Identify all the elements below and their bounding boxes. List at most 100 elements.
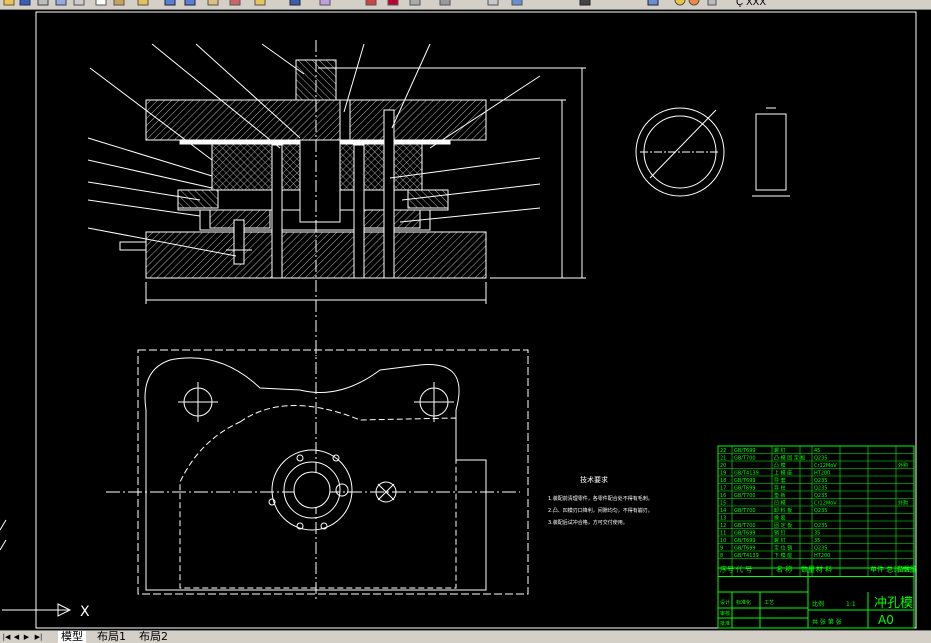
bom-cell: 17 bbox=[720, 486, 726, 492]
bom-cell: 凹 模 bbox=[774, 500, 786, 507]
undo-icon[interactable] bbox=[164, 0, 176, 6]
tech-requirements: 技术要求 1.装配前清理零件，各零件配合处不得有毛刺。 2.凸、凹模刃口锋利，间… bbox=[548, 475, 653, 526]
bom-cell: 13 bbox=[720, 516, 726, 522]
layout-tab-bar: |◀ ◀ ▶ ▶| 模型 布局1 布局2 bbox=[0, 630, 931, 643]
front-section-view bbox=[87, 40, 586, 356]
open-icon[interactable] bbox=[3, 0, 15, 6]
die-bore-hole bbox=[293, 471, 331, 509]
calc-icon[interactable] bbox=[487, 0, 499, 6]
bom-cell: 螺 钉 bbox=[774, 447, 786, 454]
layer-state-icon[interactable] bbox=[674, 0, 686, 6]
designer-label: 设计 bbox=[720, 599, 730, 606]
bom-cell: 导 套 bbox=[774, 477, 786, 484]
paste-icon[interactable] bbox=[113, 0, 125, 6]
standard-label: 标准化 bbox=[736, 599, 751, 606]
redo-icon[interactable] bbox=[184, 0, 196, 6]
lower-die-flange-left bbox=[119, 241, 147, 251]
tech-req-title: 技术要求 bbox=[580, 475, 608, 484]
bom-cell: 19 bbox=[720, 471, 726, 477]
bom-cell: GB/T699 bbox=[734, 538, 756, 544]
bom-cell: 卸 料 板 bbox=[774, 507, 792, 514]
layer-light-icon[interactable] bbox=[688, 0, 700, 6]
craft-label: 工艺 bbox=[764, 600, 774, 606]
bom-cell: 16 bbox=[720, 493, 726, 499]
toolbar-icons bbox=[3, 0, 717, 6]
screw-left bbox=[233, 219, 245, 265]
help-icon[interactable] bbox=[511, 0, 523, 6]
bom-cell: GB/T700 bbox=[734, 493, 756, 499]
last-tab-icon[interactable]: ▶| bbox=[34, 632, 43, 642]
save-icon[interactable] bbox=[19, 0, 31, 6]
bom-cell: GB/T699 bbox=[734, 486, 756, 492]
tool-palette-icon[interactable] bbox=[387, 0, 399, 6]
layer-dropdown-value[interactable]: Ç XXX bbox=[736, 0, 766, 8]
drawing-title: 冲孔模 bbox=[874, 596, 913, 611]
bom-cell: 凸 模 bbox=[774, 462, 786, 469]
bom-cell: 上 模 座 bbox=[774, 470, 792, 477]
scale-value: 1:1 bbox=[846, 601, 856, 608]
punch bbox=[299, 139, 341, 223]
properties-icon[interactable] bbox=[319, 0, 331, 6]
screw-top bbox=[339, 99, 351, 141]
standard-toolbar: Ç XXX bbox=[0, 0, 931, 10]
bom-cell: 11 bbox=[720, 531, 726, 537]
part-diameter-dim bbox=[649, 109, 717, 179]
match-icon[interactable] bbox=[137, 0, 149, 6]
ucs-icon: X bbox=[0, 519, 90, 620]
zoom-window-icon[interactable] bbox=[254, 0, 266, 6]
bom-cell: 8 bbox=[720, 553, 723, 559]
preview-icon[interactable] bbox=[55, 0, 67, 6]
next-tab-icon[interactable]: ▶ bbox=[22, 632, 31, 642]
zoom-previous-icon[interactable] bbox=[289, 0, 301, 6]
bom-cell: Cr12MoV bbox=[814, 463, 837, 469]
prev-tab-icon[interactable]: ◀ bbox=[12, 632, 21, 642]
copy-icon[interactable] bbox=[95, 0, 107, 6]
bom-cell: Q235 bbox=[814, 508, 827, 514]
bom-cell: 45 bbox=[814, 448, 820, 454]
bom-header-cell: 名 称 bbox=[776, 565, 792, 574]
bom-cell: GB/T4139 bbox=[734, 553, 759, 559]
first-tab-icon[interactable]: |◀ bbox=[2, 632, 11, 642]
color-icon[interactable] bbox=[647, 0, 659, 6]
bom-header-cell: 序号 bbox=[720, 565, 734, 574]
bom-cell: 14 bbox=[720, 508, 726, 514]
drawing-canvas[interactable]: 技术要求 1.装配前清理零件，各零件配合处不得有毛刺。 2.凸、凹模刃口锋利，间… bbox=[0, 10, 931, 630]
checker-label: 审核 bbox=[720, 610, 730, 617]
bom-cell: GB/T700 bbox=[734, 456, 756, 462]
bom-cell: 外购 bbox=[898, 462, 908, 469]
bom-cell: 固 定 板 bbox=[774, 522, 792, 529]
toolbar-buttons bbox=[3, 0, 717, 6]
print-icon[interactable] bbox=[37, 0, 49, 6]
tab-layout1[interactable]: 布局1 bbox=[94, 631, 129, 643]
bom-cell: 螺 钉 bbox=[774, 537, 786, 544]
markup-icon[interactable] bbox=[439, 0, 451, 6]
bom-header-cell: 备注 bbox=[897, 565, 911, 574]
bom-cell: GB/T699 bbox=[734, 546, 756, 552]
tab-model[interactable]: 模型 bbox=[58, 631, 86, 643]
guide-pillar-right2 bbox=[383, 109, 395, 279]
bom-cell: 18 bbox=[720, 478, 726, 484]
bom-header-cell: 代 号 bbox=[736, 565, 752, 574]
sheet-set-icon[interactable] bbox=[409, 0, 421, 6]
pan-icon[interactable] bbox=[207, 0, 219, 6]
sheet-size: A0 bbox=[878, 613, 894, 627]
bom-cell: Q235 bbox=[814, 546, 827, 552]
layer-lock-icon[interactable] bbox=[707, 0, 717, 6]
cad-drawing: 技术要求 1.装配前清理零件，各零件配合处不得有毛刺。 2.凸、凹模刃口锋利，间… bbox=[0, 11, 917, 629]
bom-cell: 15 bbox=[720, 501, 726, 507]
tab-layout2[interactable]: 布局2 bbox=[136, 631, 171, 643]
bom-cell: GB/T700 bbox=[734, 508, 756, 514]
bom-cell: Q235 bbox=[814, 478, 827, 484]
bom-cell: Cr12MoV bbox=[814, 501, 837, 507]
bom-cell: GB/T699 bbox=[734, 478, 756, 484]
part-section bbox=[755, 113, 787, 191]
bom-cell: 21 bbox=[720, 456, 726, 462]
layer-icon[interactable] bbox=[579, 0, 591, 6]
bom-header-cell: 材 料 bbox=[816, 565, 832, 574]
bom-cell: 9 bbox=[720, 546, 723, 552]
cut-icon[interactable] bbox=[73, 0, 85, 6]
zoom-realtime-icon[interactable] bbox=[229, 0, 241, 6]
bom-cell: 10 bbox=[720, 538, 726, 544]
design-center-icon[interactable] bbox=[365, 0, 377, 6]
plan-view bbox=[106, 342, 529, 600]
